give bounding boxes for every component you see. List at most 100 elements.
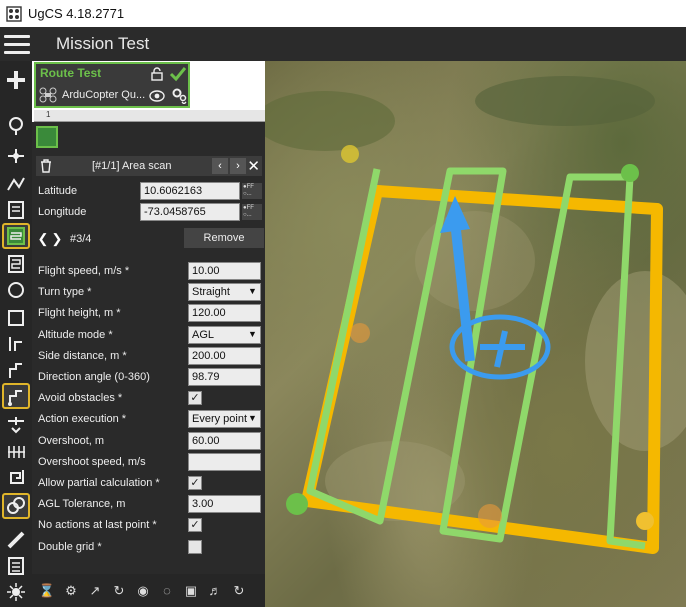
param-input[interactable]: [188, 452, 261, 471]
trash-icon[interactable]: [38, 158, 54, 174]
lock-icon[interactable]: [150, 67, 164, 81]
longitude-input[interactable]: [140, 203, 240, 221]
param-select[interactable]: Every point ▼: [188, 410, 261, 429]
camera-photo-icon[interactable]: ◌: [158, 582, 176, 600]
chevron-left-icon[interactable]: ‹: [212, 158, 228, 174]
param-label: AGL Tolerance, m: [38, 498, 126, 511]
param-label: Direction angle (0-360): [38, 371, 150, 383]
param-label: Side distance, m *: [38, 349, 127, 362]
point-index: #3/4: [70, 233, 92, 245]
param-input[interactable]: [188, 304, 261, 323]
param-row: Overshoot speed, m/s: [36, 452, 262, 473]
drone-icon: [39, 87, 57, 103]
param-checkbox[interactable]: ✓: [188, 518, 202, 533]
survey-tool-icon[interactable]: [2, 251, 30, 277]
param-input[interactable]: [188, 431, 261, 450]
param-row: Double grid *: [36, 538, 262, 558]
spiral-tool-icon[interactable]: [2, 465, 30, 491]
facade-scan-tool-icon[interactable]: [2, 357, 30, 383]
param-row: Turn type * Straight ▼: [36, 283, 262, 303]
layers-tool-icon[interactable]: [2, 553, 30, 579]
param-label: Avoid obstacles *: [38, 392, 123, 405]
polyline-tool-icon[interactable]: [2, 171, 30, 197]
latitude-row: Latitude ●FF○...: [36, 182, 262, 202]
longitude-label: Longitude: [38, 206, 87, 218]
param-input[interactable]: [188, 346, 261, 365]
param-input[interactable]: [188, 262, 261, 280]
param-row: Side distance, m *: [36, 346, 262, 367]
left-toolbar: [0, 61, 32, 607]
param-row: AGL Tolerance, m: [36, 495, 262, 515]
param-input[interactable]: [188, 495, 261, 514]
param-select-value: AGL: [192, 328, 215, 341]
remove-button[interactable]: Remove: [184, 228, 264, 248]
param-label: Flight speed, m/s *: [38, 265, 130, 277]
direction-icon[interactable]: ↗: [86, 582, 104, 600]
mission-title: Mission Test: [56, 34, 150, 53]
photo-plan-tool-icon[interactable]: [2, 197, 30, 223]
route-name: Route Test: [40, 66, 102, 80]
param-label: Overshoot, m: [38, 434, 105, 447]
area-scan-tool-icon[interactable]: [2, 223, 30, 249]
map-view[interactable]: [265, 61, 686, 607]
route-header[interactable]: Route Test ArduCopter Qu...: [34, 62, 190, 108]
next-point-icon[interactable]: ❯: [50, 231, 64, 247]
param-label: Altitude mode *: [38, 328, 113, 341]
corridor-tool-icon[interactable]: [2, 383, 30, 409]
wait-icon[interactable]: ⌛: [38, 582, 56, 600]
settings-icon[interactable]: [170, 86, 188, 104]
window-titlebar: UgCS 4.18.2771: [0, 0, 686, 27]
camera-on-icon[interactable]: ◉: [134, 582, 152, 600]
area-scan-segment-icon[interactable]: [36, 126, 58, 148]
param-select-value: Every point: [192, 413, 248, 426]
param-row: Overshoot, m: [36, 431, 262, 452]
perimeter-tool-icon[interactable]: [2, 305, 30, 331]
param-label: Action execution *: [38, 413, 127, 426]
param-input[interactable]: [188, 368, 261, 386]
route-ruler[interactable]: 1: [34, 110, 265, 122]
landing-tool-icon[interactable]: [2, 411, 30, 437]
sun-icon[interactable]: [2, 579, 30, 605]
check-icon[interactable]: [169, 65, 187, 83]
param-label: Double grid *: [38, 540, 102, 553]
param-row: Altitude mode * AGL ▼: [36, 325, 262, 346]
param-checkbox[interactable]: ✓: [188, 476, 202, 490]
param-select[interactable]: Straight ▼: [188, 283, 261, 302]
eye-icon[interactable]: [149, 90, 165, 102]
close-icon[interactable]: ✕: [247, 157, 260, 175]
prev-point-icon[interactable]: ❮: [36, 231, 50, 247]
latitude-input[interactable]: [140, 182, 240, 200]
latitude-label: Latitude: [38, 185, 78, 197]
route-overlay: [265, 76, 686, 554]
segment-label: [#1/1] Area scan: [92, 160, 172, 172]
camera-series-icon[interactable]: ▣: [182, 582, 200, 600]
takeoff-tool-icon[interactable]: [2, 143, 30, 169]
chevron-right-icon[interactable]: ›: [230, 158, 246, 174]
circle-tool-icon[interactable]: [2, 277, 30, 303]
param-select[interactable]: AGL ▼: [188, 325, 261, 344]
latitude-format-toggle[interactable]: ●FF ○...: [242, 183, 262, 199]
camera-control-icon[interactable]: ⚙: [62, 582, 80, 600]
rotate-camera-icon[interactable]: ↻: [110, 582, 128, 600]
app-header: Mission Test: [0, 27, 686, 61]
hamburger-icon[interactable]: [2, 29, 32, 59]
param-row: Direction angle (0-360): [36, 368, 262, 388]
grid-tool-icon[interactable]: [2, 439, 30, 465]
param-checkbox[interactable]: [188, 539, 202, 554]
add-route-tool-icon[interactable]: [2, 67, 30, 93]
orbit-tool-icon[interactable]: [2, 493, 30, 519]
longitude-row: Longitude ●FF○...: [36, 203, 262, 223]
param-checkbox[interactable]: ✓: [188, 391, 202, 406]
refresh-icon[interactable]: ↻: [230, 582, 248, 600]
longitude-format-toggle[interactable]: ●FF ○...: [242, 204, 262, 220]
param-row: Flight speed, m/s *: [36, 262, 262, 282]
sound-icon[interactable]: ♬: [206, 582, 224, 600]
window-title: UgCS 4.18.2771: [28, 6, 125, 21]
app-logo-icon: [6, 5, 22, 22]
vehicle-name: ArduCopter Qu...: [62, 89, 146, 101]
waypoint-tool-icon[interactable]: [2, 113, 30, 139]
param-row: Allow partial calculation * ✓: [36, 474, 262, 494]
vertical-scan-tool-icon[interactable]: [2, 331, 30, 357]
properties-panel: [#1/1] Area scan ‹ › ✕ Latitude ●FF○... …: [32, 122, 265, 607]
measure-tool-icon[interactable]: [2, 527, 30, 553]
